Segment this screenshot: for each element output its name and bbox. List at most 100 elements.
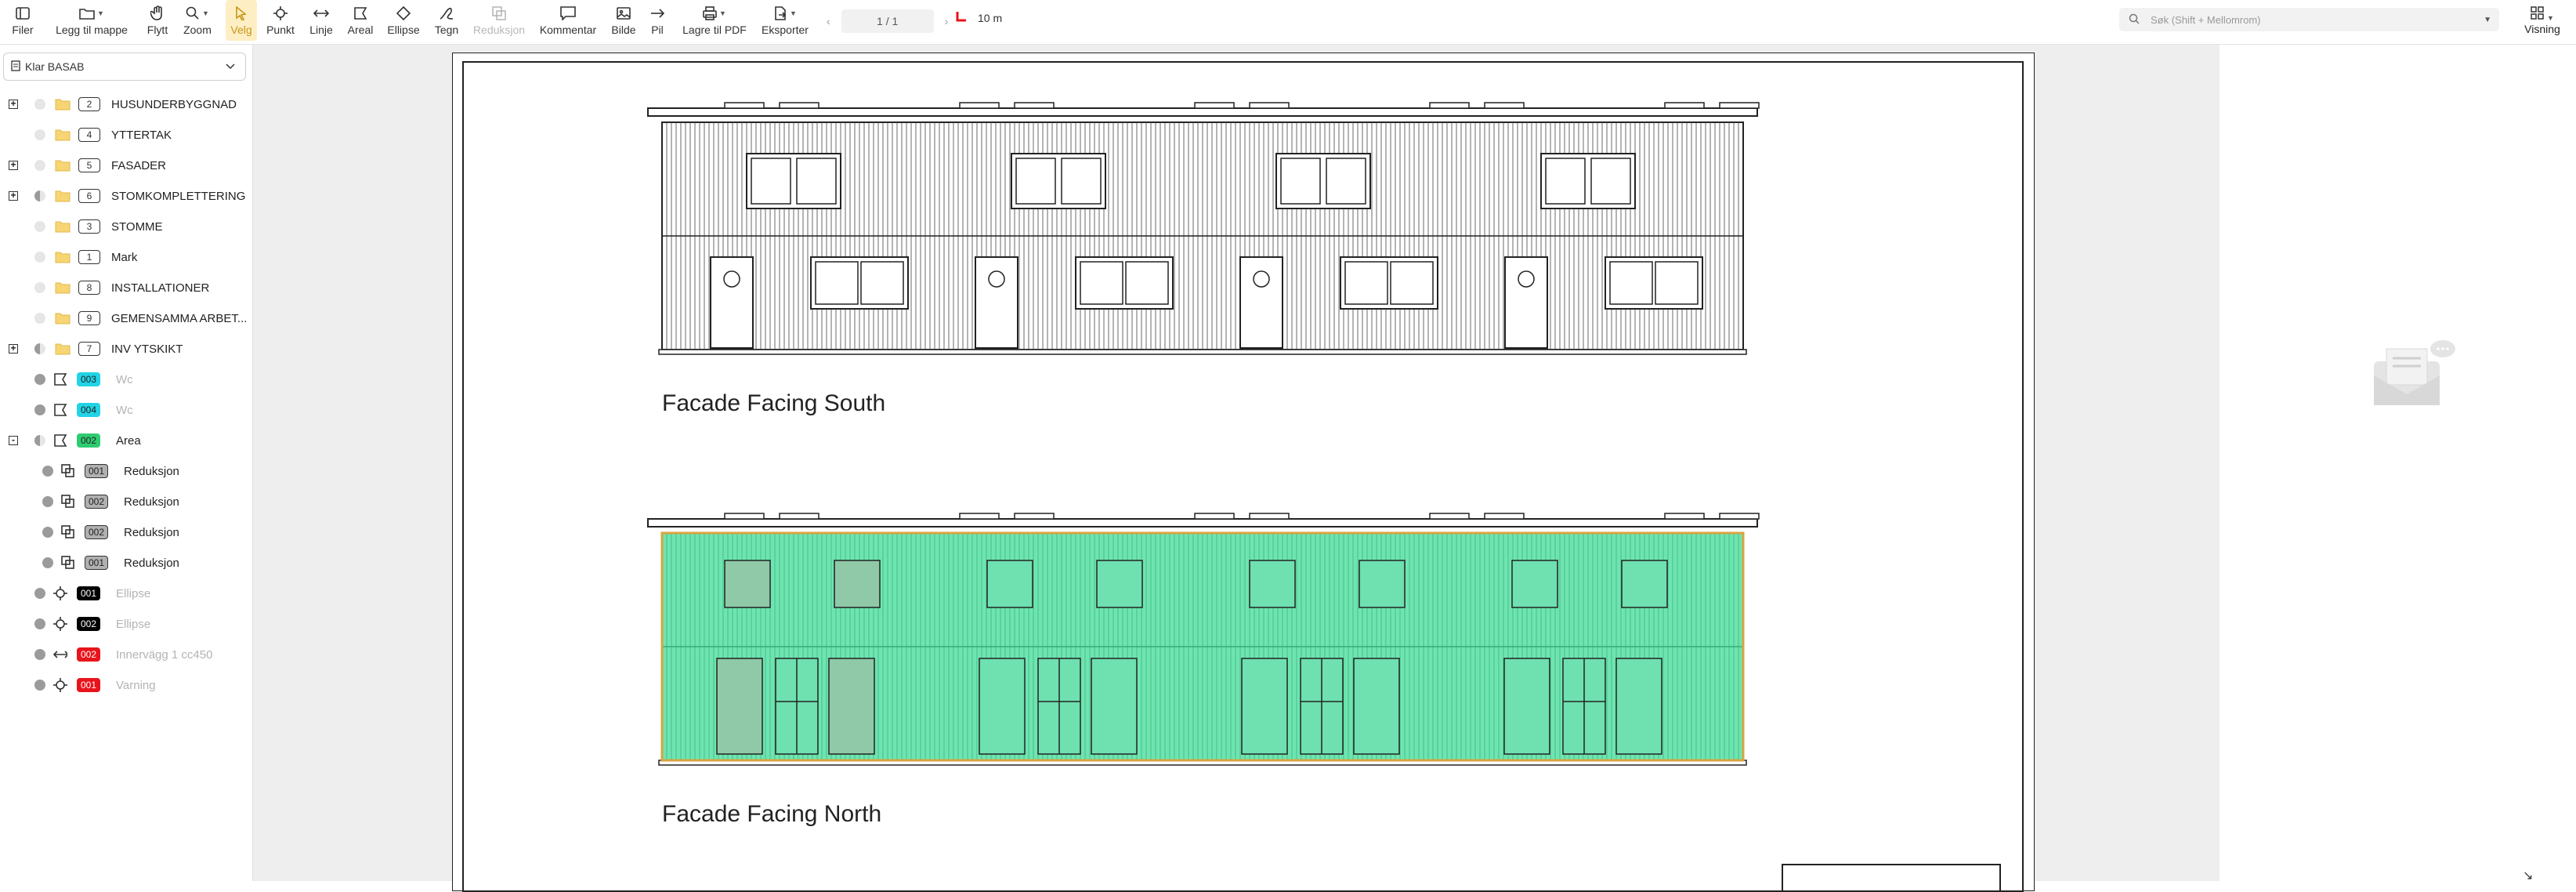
line-tool-button[interactable]: Linje — [304, 0, 338, 41]
export-button[interactable]: ▼ Eksporter — [757, 0, 813, 41]
layer-row[interactable]: +5 FASADER — [0, 151, 252, 179]
layer-name: INSTALLATIONER — [111, 281, 210, 295]
visibility-toggle[interactable] — [34, 374, 45, 385]
visibility-toggle[interactable] — [34, 190, 45, 201]
page-number-field[interactable]: 1 / 1 — [841, 9, 934, 33]
reduction-tool-button[interactable]: Reduksjon — [470, 0, 528, 41]
visibility-toggle[interactable] — [34, 680, 45, 691]
visibility-toggle[interactable] — [34, 221, 45, 232]
layer-row[interactable]: 002 Reduksjon — [0, 488, 252, 516]
layer-row[interactable]: 9 GEMENSAMMA ARBET... — [0, 304, 252, 332]
visibility-toggle[interactable] — [34, 588, 45, 599]
layer-row[interactable]: 002 Reduksjon — [0, 518, 252, 546]
move-tool-button[interactable]: Flytt — [141, 0, 174, 41]
roof-edge — [647, 518, 1758, 528]
layer-row[interactable]: 1 Mark — [0, 243, 252, 271]
magnifier-icon: ▼ — [186, 5, 209, 22]
layer-row[interactable]: 001 Reduksjon — [0, 549, 252, 577]
expand-icon[interactable]: + — [9, 160, 18, 170]
arrow-tool-button[interactable]: Pil — [644, 0, 671, 41]
hand-icon — [150, 5, 165, 22]
visibility-toggle[interactable] — [34, 618, 45, 629]
chevron-down-icon — [225, 60, 236, 74]
project-select[interactable]: Klar BASAB — [3, 53, 246, 81]
visibility-toggle[interactable] — [42, 557, 53, 568]
roof-vent — [959, 102, 1000, 109]
layer-row[interactable]: 8 INSTALLATIONER — [0, 274, 252, 302]
files-button[interactable]: Filer — [6, 0, 39, 41]
layer-row[interactable]: 004 Wc — [0, 396, 252, 424]
door-window — [1518, 270, 1535, 288]
visibility-toggle[interactable] — [34, 252, 45, 263]
visibility-toggle[interactable] — [42, 496, 53, 507]
add-to-folder-button[interactable]: ▼ Legg til mappe — [49, 0, 135, 41]
area-tool-button[interactable]: Areal — [343, 0, 378, 41]
window — [1249, 560, 1296, 608]
zoom-tool-button[interactable]: ▼ Zoom — [179, 0, 216, 41]
page-navigator: ‹ 1 / 1 › — [827, 9, 948, 33]
layer-row[interactable]: 002 Innervägg 1 cc450 — [0, 640, 252, 669]
visibility-toggle[interactable] — [34, 404, 45, 415]
view-button[interactable]: ▼ Visning — [2519, 0, 2566, 41]
point-tool-button[interactable]: Punkt — [263, 0, 298, 41]
area-label: Areal — [347, 24, 374, 36]
drawing-canvas[interactable]: Facade Facing South Facade Facing North — [253, 45, 2467, 892]
visibility-toggle[interactable] — [34, 649, 45, 660]
expand-icon[interactable]: + — [9, 343, 18, 354]
layer-row[interactable]: +6 STOMKOMPLETTERING — [0, 182, 252, 210]
visibility-toggle[interactable] — [34, 313, 45, 324]
layer-code-badge: 9 — [78, 311, 100, 325]
save-pdf-button[interactable]: ▼ Lagre til PDF — [678, 0, 751, 41]
layer-row[interactable]: - 002 Area — [0, 426, 252, 455]
expand-icon[interactable]: + — [9, 190, 18, 201]
point-icon — [53, 678, 67, 692]
search-placeholder: Søk (Shift + Mellomrom) — [2151, 13, 2261, 26]
layer-row[interactable]: 4 YTTERTAK — [0, 121, 252, 149]
layer-row[interactable]: 001 Ellipse — [0, 579, 252, 607]
collapse-icon[interactable]: - — [9, 435, 18, 445]
prev-page-icon[interactable]: ‹ — [827, 15, 830, 27]
visibility-toggle[interactable] — [34, 282, 45, 293]
layer-row[interactable]: 001 Varning — [0, 671, 252, 699]
visibility-toggle[interactable] — [34, 129, 45, 140]
visibility-toggle[interactable] — [34, 435, 45, 446]
search-bar[interactable]: Søk (Shift + Mellomrom) ▼ — [2119, 8, 2499, 31]
image-tool-button[interactable]: Bilde — [606, 0, 641, 41]
reduction-icon — [61, 525, 75, 539]
layer-row[interactable]: 003 Wc — [0, 365, 252, 393]
visibility-toggle[interactable] — [42, 466, 53, 477]
layer-name: Innervägg 1 cc450 — [116, 647, 213, 662]
layer-row[interactable]: +2 HUSUNDERBYGGNAD — [0, 90, 252, 118]
expand-icon[interactable]: + — [9, 99, 18, 109]
layer-row[interactable]: 001 Reduksjon — [0, 457, 252, 485]
visibility-toggle[interactable] — [34, 343, 45, 354]
reduction-icon — [61, 495, 75, 509]
search-icon — [2129, 13, 2140, 27]
next-page-icon[interactable]: › — [945, 15, 949, 27]
draw-tool-button[interactable]: Tegn — [429, 0, 464, 41]
scale-indicator[interactable]: 10 m — [956, 11, 1002, 24]
layer-row[interactable]: 002 Ellipse — [0, 610, 252, 638]
layer-row[interactable]: 3 STOMME — [0, 212, 252, 241]
window-pane — [815, 261, 859, 305]
layer-code-badge: 6 — [78, 189, 100, 203]
ellipse-label: Ellipse — [387, 24, 420, 36]
roof-vent — [1194, 102, 1235, 109]
ellipse-icon — [396, 5, 411, 22]
comment-bubble-icon — [560, 5, 576, 22]
roof-vent — [959, 513, 1000, 520]
visibility-toggle[interactable] — [34, 160, 45, 171]
elevation-drawing: Facade Facing South Facade Facing North — [647, 102, 2001, 892]
visibility-toggle[interactable] — [42, 527, 53, 538]
layer-name: Reduksjon — [124, 556, 179, 570]
ellipse-tool-button[interactable]: Ellipse — [382, 0, 425, 41]
roof-vent — [779, 513, 819, 520]
visibility-toggle[interactable] — [34, 99, 45, 110]
layer-row[interactable]: +7 INV YTSKIKT — [0, 335, 252, 363]
select-tool-button[interactable]: Velg — [226, 0, 257, 41]
search-dropdown-icon[interactable]: ▼ — [2484, 16, 2491, 24]
comment-tool-button[interactable]: Kommentar — [534, 0, 602, 41]
window-pane — [1390, 261, 1434, 305]
reduction-icon — [61, 464, 75, 478]
roof-vent — [1429, 102, 1470, 109]
